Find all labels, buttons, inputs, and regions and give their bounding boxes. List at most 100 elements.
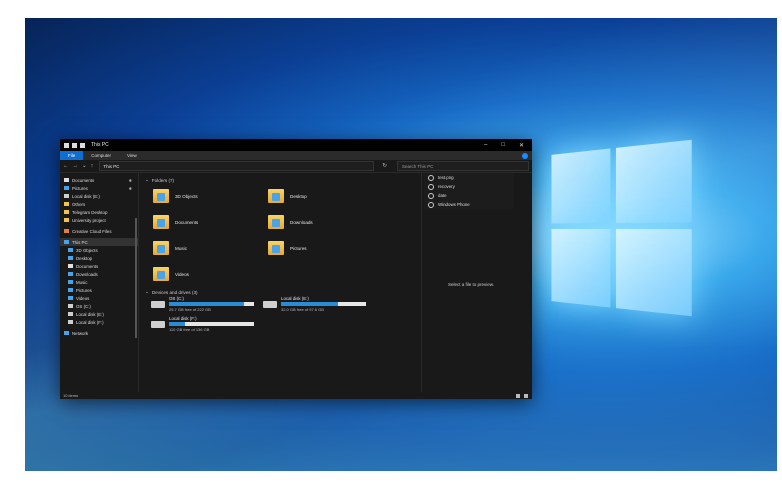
save-icon[interactable] (72, 142, 77, 148)
folder-name: 3D Objects (175, 193, 198, 199)
sidebar-item[interactable]: University project (60, 216, 138, 224)
folder-icon (64, 210, 69, 214)
folder-icon (153, 189, 169, 203)
navigation-pane: Documents ✱ Pictures ✱ Local disk (E:) Others… (60, 173, 139, 392)
sidebar-item[interactable]: Desktop (60, 254, 138, 262)
history-icon (428, 174, 434, 181)
sidebar-item[interactable]: Documents (60, 262, 138, 270)
drive-item[interactable]: Local disk (F:) 110 GB free of 136 GB (151, 316, 263, 332)
folder-icon (68, 312, 73, 316)
minimize-button[interactable]: – (484, 142, 487, 149)
folder-icon (153, 267, 169, 281)
sidebar-item-label: 3D Objects (76, 247, 98, 253)
drive-usage-fill (169, 302, 244, 306)
sidebar-item[interactable]: 3D Objects (60, 246, 138, 254)
help-icon[interactable] (522, 152, 528, 159)
folder-name: Videos (175, 271, 189, 277)
sidebar-item-label: University project (72, 217, 106, 223)
search-suggestions: test.png recovery date Windows Phone (424, 173, 514, 209)
folder-icon (68, 272, 73, 276)
recent-locations-button[interactable]: ⌄ (82, 163, 87, 169)
details-view-button[interactable] (516, 393, 520, 398)
windows-logo-icon (551, 139, 692, 317)
sidebar-item[interactable]: Local disk (E:) (60, 310, 138, 318)
sidebar-item[interactable]: Music (60, 278, 138, 286)
desktop-wallpaper: This PC – □ ✕ File Computer View ← → ⌄ ↑… (25, 18, 777, 471)
drive-usage-bar (169, 302, 254, 306)
folders-group-header[interactable]: ⌄ Folders (7) (145, 176, 415, 184)
sidebar-item[interactable]: Telegram Desktop (60, 208, 138, 216)
folder-name: Pictures (290, 245, 307, 251)
sidebar-item[interactable]: Documents ✱ (60, 176, 138, 184)
search-suggestion-label: date (438, 193, 447, 198)
navigation-scrollbar[interactable] (135, 218, 137, 338)
drive-item[interactable]: Local disk (E:) 32.0 GB free of 97.6 GB (263, 296, 375, 312)
tab-view[interactable]: View (119, 151, 145, 160)
folder-item[interactable]: Documents (153, 212, 268, 232)
search-suggestion-item[interactable]: date (424, 191, 514, 200)
folder-name: Documents (175, 219, 199, 225)
sidebar-item-label: Desktop (76, 255, 93, 261)
folder-icon (68, 248, 73, 252)
drive-usage-bar (281, 302, 366, 306)
folder-item[interactable]: Videos (153, 264, 268, 284)
folder-item[interactable]: Desktop (268, 186, 383, 206)
sidebar-item-label: Downloads (76, 271, 98, 277)
pin-icon[interactable]: ✱ (129, 178, 132, 183)
close-button[interactable]: ✕ (519, 142, 524, 149)
drive-item[interactable]: OS (C:) 25.7 GB free of 222 GB (151, 296, 263, 312)
breadcrumb[interactable]: This PC (103, 164, 119, 169)
history-icon (428, 183, 434, 190)
folder-item[interactable]: Downloads (268, 212, 383, 232)
sidebar-item-label: Pictures (76, 287, 92, 293)
folder-icon (64, 186, 69, 190)
sidebar-item-label: Local disk (E:) (72, 193, 100, 199)
up-button[interactable]: ↑ (91, 163, 94, 169)
drives-group-header[interactable]: ⌄ Devices and drives (3) (145, 288, 415, 296)
sidebar-item[interactable]: Creative Cloud Files (60, 227, 138, 235)
sidebar-item[interactable]: Downloads (60, 270, 138, 278)
folder-icon (64, 142, 69, 148)
title-bar: This PC – □ ✕ (60, 139, 532, 151)
search-suggestion-item[interactable]: test.png (424, 173, 514, 182)
drive-icon (151, 301, 165, 308)
item-count: 10 items (63, 393, 79, 398)
search-suggestion-label: test.png (438, 175, 454, 180)
folder-item[interactable]: 3D Objects (153, 186, 268, 206)
sidebar-item[interactable]: Pictures ✱ (60, 184, 138, 192)
properties-icon[interactable] (80, 142, 85, 148)
large-icons-view-button[interactable] (524, 393, 528, 398)
sidebar-item[interactable]: Pictures (60, 286, 138, 294)
ribbon-tabs: File Computer View (60, 151, 532, 160)
drive-icon (263, 301, 277, 308)
sidebar-item[interactable]: OS (C:) (60, 302, 138, 310)
tab-computer[interactable]: Computer (83, 151, 119, 160)
back-button[interactable]: ← (63, 163, 69, 169)
sidebar-item[interactable]: Local disk (F:) (60, 318, 138, 326)
sidebar-item[interactable]: Others (60, 200, 138, 208)
folder-item[interactable]: Pictures (268, 238, 383, 258)
folder-icon (68, 256, 73, 260)
address-bar[interactable]: This PC (99, 161, 375, 171)
folder-icon (153, 241, 169, 255)
tab-file[interactable]: File (60, 151, 84, 160)
sidebar-item-label: Creative Cloud Files (72, 228, 112, 234)
sidebar-item-label: Local disk (E:) (76, 311, 104, 317)
sidebar-item-label: Documents (76, 263, 99, 269)
search-suggestion-item[interactable]: recovery (424, 182, 514, 191)
refresh-icon[interactable]: ↻ (382, 163, 387, 169)
sidebar-item-label: Telegram Desktop (72, 209, 108, 215)
folder-icon (64, 331, 69, 335)
sidebar-item-label: OS (C:) (76, 303, 91, 309)
maximize-button[interactable]: □ (501, 142, 505, 149)
search-input[interactable]: Search This PC (396, 161, 529, 171)
forward-button[interactable]: → (73, 163, 79, 169)
sidebar-item[interactable]: Local disk (E:) (60, 192, 138, 200)
sidebar-item[interactable]: Network (60, 329, 138, 337)
sidebar-item[interactable]: This PC (60, 238, 138, 246)
search-suggestion-item[interactable]: Windows Phone (424, 200, 514, 209)
pin-icon[interactable]: ✱ (129, 186, 132, 191)
sidebar-item[interactable]: Videos (60, 294, 138, 302)
folder-icon (153, 215, 169, 229)
folder-item[interactable]: Music (153, 238, 268, 258)
